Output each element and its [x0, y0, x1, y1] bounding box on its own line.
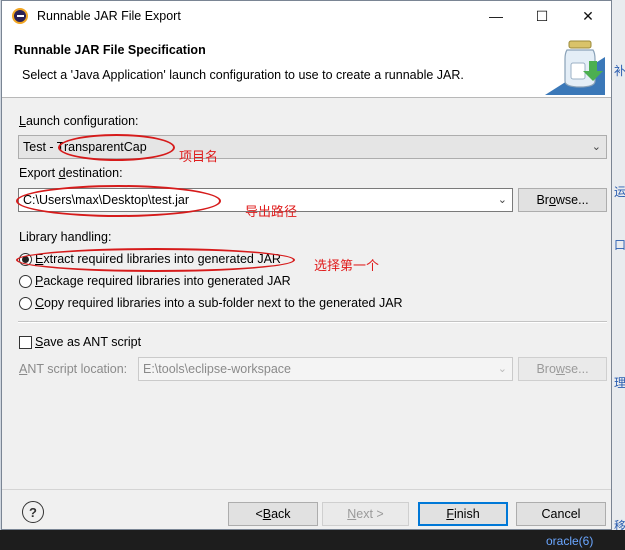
- window-title: Runnable JAR File Export: [37, 9, 181, 23]
- save-ant-checkbox[interactable]: [19, 336, 32, 349]
- package-libraries-label[interactable]: Package required libraries into generate…: [35, 274, 291, 288]
- page-title: Runnable JAR File Specification: [14, 43, 206, 57]
- finish-button[interactable]: Finish: [418, 502, 508, 526]
- background-text: 运: [614, 185, 625, 199]
- close-button[interactable]: ✕: [565, 1, 611, 31]
- chevron-down-icon: ⌄: [497, 194, 507, 206]
- export-browse-button[interactable]: Br o wse...: [518, 188, 607, 212]
- ant-location-label: ANT script location:: [19, 362, 128, 376]
- export-dialog: Runnable JAR File Export — ☐ ✕ Runnable …: [1, 0, 612, 530]
- annotation-ellipse-path: [16, 185, 221, 217]
- help-icon[interactable]: ?: [22, 501, 44, 523]
- package-libraries-radio[interactable]: [19, 275, 32, 288]
- ant-location-value: E:\tools\eclipse-workspace: [143, 362, 291, 376]
- copy-libraries-radio[interactable]: [19, 297, 32, 310]
- annotation-choose-first: 选择第一个: [314, 259, 380, 274]
- export-destination-label: Export destination:: [19, 166, 123, 180]
- background-text: 口: [614, 238, 625, 252]
- background-taskbar: [0, 530, 625, 550]
- chevron-down-icon: ⌄: [591, 141, 601, 153]
- save-ant-label[interactable]: Save as ANT script: [35, 335, 141, 349]
- title-bar[interactable]: Runnable JAR File Export — ☐ ✕: [2, 1, 611, 31]
- eclipse-icon: [12, 8, 28, 24]
- background-window-edge: 补 运 口 理 移: [612, 0, 625, 550]
- chevron-down-icon: ⌄: [497, 363, 507, 375]
- maximize-button[interactable]: ☐: [519, 1, 565, 31]
- minimize-button[interactable]: —: [473, 1, 519, 31]
- launch-config-label: Launch configuration:: [19, 114, 139, 128]
- page-description: Select a 'Java Application' launch confi…: [22, 68, 464, 82]
- annotation-project-name: 项目名: [179, 150, 219, 165]
- ant-browse-button[interactable]: Bro w se...: [518, 357, 607, 381]
- cancel-button[interactable]: Cancel: [516, 502, 606, 526]
- back-button[interactable]: < Back: [228, 502, 318, 526]
- annotation-export-path: 导出路径: [245, 205, 298, 220]
- footer-divider: [2, 489, 611, 490]
- jar-export-icon: [545, 40, 605, 95]
- next-button[interactable]: Next >: [322, 502, 409, 526]
- background-text: 理: [614, 376, 625, 390]
- separator: [18, 321, 607, 323]
- background-text: 补: [614, 64, 625, 78]
- annotation-ellipse-project: [58, 134, 175, 161]
- wizard-header: Runnable JAR File Specification Select a…: [2, 31, 611, 98]
- library-handling-label: Library handling:: [19, 230, 112, 244]
- background-link[interactable]: oracle(6): [546, 534, 593, 548]
- ant-location-combo[interactable]: E:\tools\eclipse-workspace ⌄: [138, 357, 513, 381]
- annotation-ellipse-extract: [16, 248, 295, 272]
- copy-libraries-label[interactable]: Copy required libraries into a sub-folde…: [35, 296, 403, 310]
